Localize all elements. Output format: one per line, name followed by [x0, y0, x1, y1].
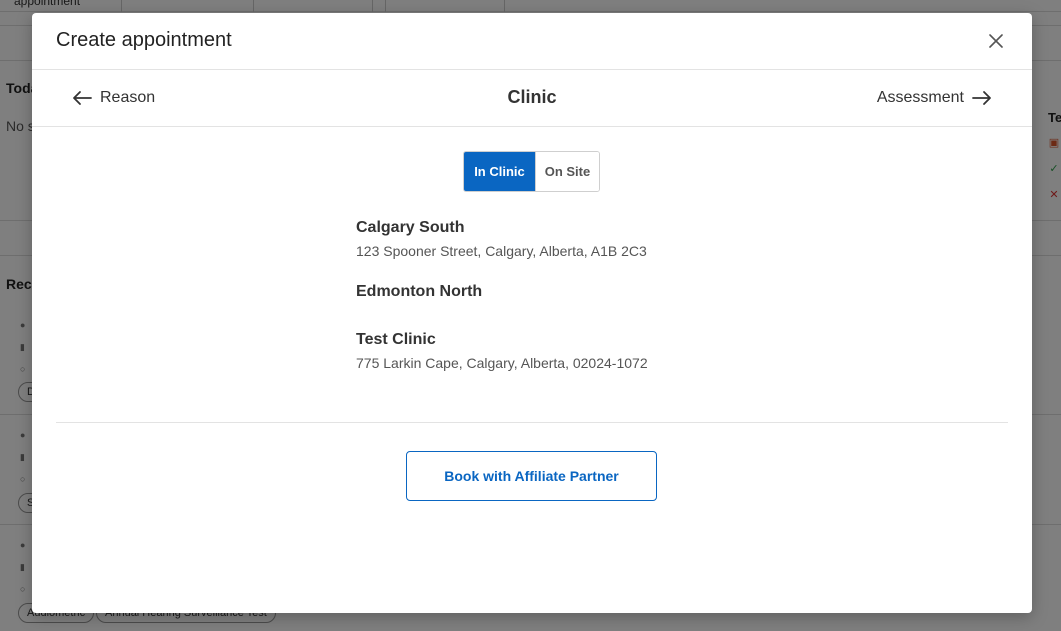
section-divider	[56, 422, 1008, 423]
clinic-item-test-clinic[interactable]: Test Clinic 775 Larkin Cape, Calgary, Al…	[356, 330, 756, 394]
modal-title: Create appointment	[56, 29, 232, 51]
clinic-name: Calgary South	[356, 219, 465, 236]
create-appointment-modal: Create appointment Reason Clinic Assessm…	[32, 13, 1032, 613]
clinic-item-edmonton-north[interactable]: Edmonton North	[356, 282, 756, 330]
location-type-toggle: In Clinic On Site	[463, 151, 600, 192]
arrow-right-icon	[972, 91, 991, 105]
clinic-name: Edmonton North	[356, 283, 483, 300]
clinic-list: Calgary South 123 Spooner Street, Calgar…	[356, 218, 756, 394]
close-button[interactable]	[984, 29, 1008, 53]
modal-header: Create appointment	[32, 13, 1032, 70]
book-affiliate-partner-button[interactable]: Book with Affiliate Partner	[406, 451, 657, 501]
next-step-button[interactable]: Assessment	[877, 86, 992, 110]
in-clinic-option[interactable]: In Clinic	[464, 152, 535, 191]
step-navigation: Reason Clinic Assessment	[32, 70, 1032, 127]
on-site-option[interactable]: On Site	[534, 152, 599, 191]
close-icon	[989, 34, 1003, 48]
clinic-name: Test Clinic	[356, 331, 436, 348]
next-step-label: Assessment	[876, 89, 964, 106]
clinic-address: 123 Spooner Street, Calgary, Alberta, A1…	[356, 243, 647, 259]
clinic-item-calgary-south[interactable]: Calgary South 123 Spooner Street, Calgar…	[356, 218, 756, 282]
clinic-address: 775 Larkin Cape, Calgary, Alberta, 02024…	[356, 355, 648, 371]
